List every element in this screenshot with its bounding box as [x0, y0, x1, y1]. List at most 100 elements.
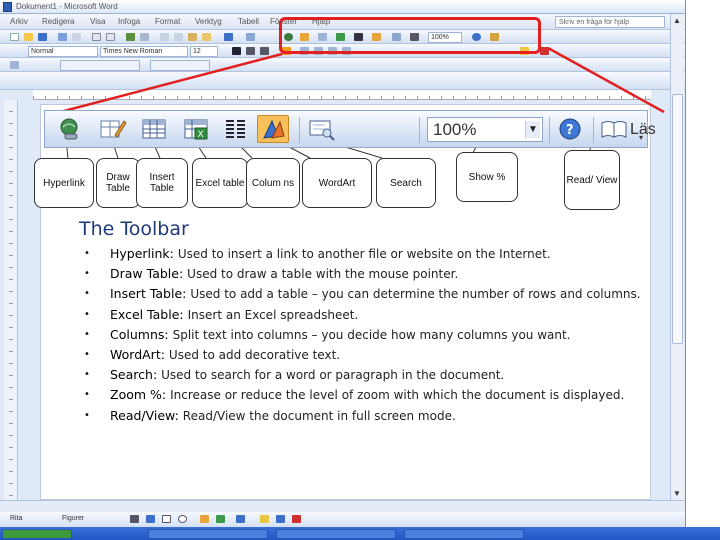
item-term: Hyperlink: [110, 246, 174, 261]
clipart-icon[interactable] [236, 515, 245, 523]
item-description: Insert an Excel spreadsheet. [187, 307, 359, 322]
scroll-thumb[interactable] [672, 94, 683, 344]
fill-color-icon[interactable] [260, 515, 269, 523]
outline-icon[interactable] [10, 61, 19, 69]
new-document-icon[interactable] [10, 33, 19, 41]
list-item: • WordArt: Used to add decorative text. [84, 347, 646, 364]
textbox-icon[interactable] [200, 515, 209, 523]
permission-icon[interactable] [58, 33, 67, 41]
item-description: Used to draw a table with the mouse poin… [187, 267, 459, 282]
copy-icon[interactable] [174, 33, 183, 41]
draw-font-color-icon[interactable] [292, 515, 301, 523]
taskbar-button[interactable] [148, 529, 268, 539]
open-folder-icon[interactable] [24, 33, 33, 41]
bullet-icon: • [84, 248, 90, 259]
oval-icon[interactable] [178, 515, 187, 523]
excel-table-icon: X [184, 119, 208, 140]
toolbar-highlight-box [279, 17, 541, 54]
list-item: • Draw Table: Used to draw a table with … [84, 266, 646, 283]
bold-icon[interactable] [232, 47, 241, 55]
style-select[interactable]: Normal [28, 46, 98, 57]
bullet-icon: • [84, 268, 90, 280]
redo-icon[interactable] [246, 33, 255, 41]
research-icon[interactable] [140, 33, 149, 41]
print-icon[interactable] [92, 33, 101, 41]
zoomed-toolbar: X 100% ▼ ? Läs ▾ [44, 110, 656, 148]
rectangle-icon[interactable] [162, 515, 171, 523]
scroll-up-icon[interactable]: ▲ [673, 16, 681, 25]
list-item: • Read/View: Read/View the document in f… [84, 408, 646, 425]
paste-icon[interactable] [188, 33, 197, 41]
item-description: Used to add a table – you can determine … [190, 287, 641, 302]
hyperlink-button[interactable] [55, 115, 85, 143]
help-question-field[interactable]: Skriv en fråga för hjälp [555, 16, 665, 28]
item-description: Split text into columns – you decide how… [172, 327, 571, 342]
draw-menu[interactable]: Rita [10, 515, 22, 522]
windows-taskbar [0, 527, 720, 540]
search-button[interactable] [307, 115, 337, 143]
item-description: Increase or reduce the level of zoom wit… [170, 388, 625, 403]
outline-toolbar [0, 58, 685, 72]
menu-arkiv[interactable]: Arkiv [10, 17, 28, 26]
format-painter-icon[interactable] [202, 33, 211, 41]
item-description: Read/View the document in full screen mo… [182, 408, 456, 423]
print-preview-icon[interactable] [106, 33, 115, 41]
word-document-icon [3, 2, 12, 12]
insert-table-button[interactable] [139, 115, 169, 143]
vertical-ruler[interactable] [4, 100, 18, 500]
help-button-round[interactable]: ? [555, 115, 585, 143]
menu-verktyg[interactable]: Verktyg [195, 17, 222, 26]
menu-visa[interactable]: Visa [90, 17, 105, 26]
callout-insert-table: Insert Table [136, 158, 188, 208]
line-icon[interactable] [130, 515, 139, 523]
callout-excel-table: Excel table [192, 158, 248, 208]
window-title: Dokument1 - Microsoft Word [16, 2, 118, 11]
toolbar-separator [549, 117, 550, 143]
line-color-icon[interactable] [276, 515, 285, 523]
email-icon[interactable] [72, 33, 81, 41]
underline-icon[interactable] [260, 47, 269, 55]
item-term: Columns: [110, 326, 169, 342]
reviewing-toolbar [0, 72, 685, 90]
outline-style-field[interactable] [150, 60, 210, 71]
diagram-icon[interactable] [216, 515, 225, 523]
menu-tabell[interactable]: Tabell [238, 17, 259, 26]
callout-search: Search [376, 158, 436, 208]
help-button[interactable] [507, 115, 537, 143]
scroll-down-icon[interactable]: ▼ [673, 489, 681, 498]
menu-format[interactable]: Format [155, 17, 180, 26]
hyperlink-icon [60, 118, 78, 140]
menu-redigera[interactable]: Redigera [42, 17, 74, 26]
columns-button[interactable] [221, 115, 251, 143]
italic-icon[interactable] [246, 47, 255, 55]
save-icon[interactable] [38, 33, 47, 41]
read-button[interactable] [599, 115, 629, 143]
cut-icon[interactable] [160, 33, 169, 41]
font-color-icon[interactable] [540, 47, 549, 55]
toolbar-separator [419, 117, 420, 143]
autoshapes-menu[interactable]: Figurer [62, 515, 84, 522]
undo-icon[interactable] [224, 33, 233, 41]
spelling-icon[interactable] [126, 33, 135, 41]
bullet-icon: • [84, 348, 90, 360]
draw-table-button[interactable] [97, 115, 127, 143]
vertical-scrollbar[interactable]: ▲ ▼ [670, 14, 684, 504]
bullet-icon: • [84, 389, 90, 401]
start-button[interactable] [2, 529, 72, 539]
wordart-icon [263, 119, 285, 139]
zoom-value: 100% [433, 120, 477, 139]
excel-table-button[interactable]: X [181, 115, 211, 143]
taskbar-button[interactable] [276, 529, 396, 539]
outline-level-field[interactable] [60, 60, 140, 71]
font-size-select[interactable]: 12 [190, 46, 218, 57]
horizontal-ruler[interactable] [33, 90, 651, 100]
toolbar-options-icon[interactable]: ▾ [639, 133, 643, 142]
item-description: Used to search for a word or paragraph i… [161, 368, 505, 383]
menu-infoga[interactable]: Infoga [118, 17, 140, 26]
title-bar: Dokument1 - Microsoft Word [0, 0, 685, 14]
wordart-button[interactable] [257, 115, 289, 143]
taskbar-button[interactable] [404, 529, 524, 539]
list-item: • Search: Used to search for a word or p… [84, 367, 646, 384]
arrow-icon[interactable] [146, 515, 155, 523]
font-select[interactable]: Times New Roman [100, 46, 188, 57]
